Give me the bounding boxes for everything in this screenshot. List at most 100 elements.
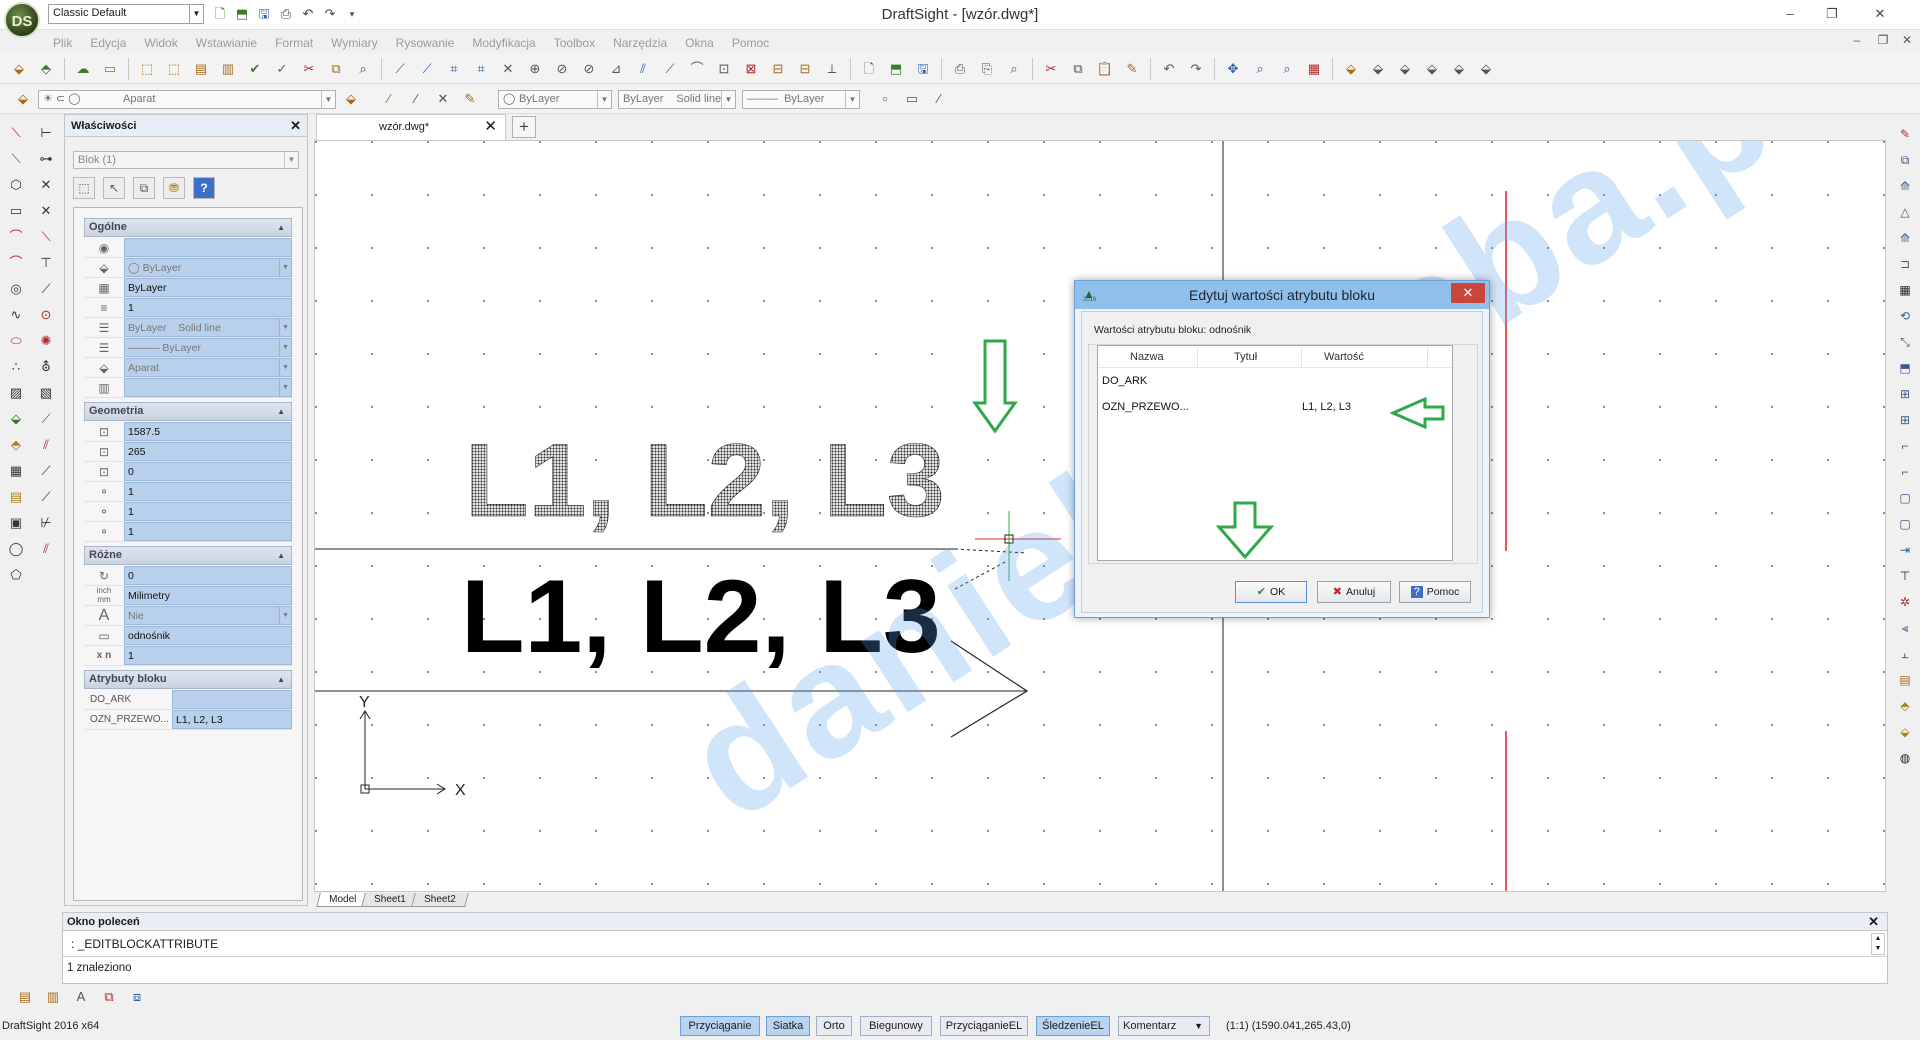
- extend-tool-icon[interactable]: ⊞: [1895, 410, 1915, 430]
- dim-linear-icon[interactable]: ⊢: [35, 122, 57, 143]
- prop-plotstyle[interactable]: ▥ ▼: [84, 378, 292, 398]
- polygon-icon[interactable]: ⬡: [5, 174, 27, 195]
- menu-pomoc[interactable]: Pomoc: [723, 34, 778, 52]
- toggle-esnap[interactable]: PrzyciąganieEL: [940, 1016, 1028, 1036]
- cloud-icon[interactable]: ☁: [72, 58, 94, 80]
- filter-icon[interactable]: ⛃: [163, 177, 185, 199]
- properties-icon[interactable]: ▦: [1303, 58, 1325, 80]
- wipeout-icon[interactable]: ⬠: [5, 564, 27, 585]
- cancel-button[interactable]: ✖ Anuluj: [1317, 581, 1391, 603]
- break-tool-icon[interactable]: ⌐: [1895, 436, 1915, 456]
- restore-button[interactable]: ❐: [1812, 2, 1852, 26]
- dim-radius-icon[interactable]: ✕: [35, 200, 57, 221]
- category-misc[interactable]: Różne ▲: [84, 546, 292, 565]
- arc-3pt-icon[interactable]: ⌒: [5, 252, 27, 273]
- snap-endpoint-icon[interactable]: ⟋: [389, 58, 411, 80]
- snap-nearest-icon[interactable]: ⟋: [659, 58, 681, 80]
- new-tab-button[interactable]: +: [512, 116, 536, 138]
- dim-arc-icon[interactable]: ✺: [35, 330, 57, 351]
- erase-tool-icon[interactable]: ✎: [1895, 124, 1915, 144]
- point-icon[interactable]: ∴: [5, 356, 27, 377]
- array-tool-icon[interactable]: ▦: [1895, 280, 1915, 300]
- close-window-button[interactable]: ✕: [1860, 2, 1900, 26]
- menu-edycja[interactable]: Edycja: [81, 34, 135, 52]
- folder-icon[interactable]: ▭: [99, 58, 121, 80]
- layer-manager-icon[interactable]: ⬙: [1340, 58, 1362, 80]
- print-preview-icon[interactable]: ⎘: [976, 58, 998, 80]
- dim-tolerance-icon[interactable]: ▧: [35, 382, 57, 403]
- quick-select-icon[interactable]: ⧉: [133, 177, 155, 199]
- block-save-icon[interactable]: ⬘: [35, 58, 57, 80]
- layer-delete-icon[interactable]: ✕: [432, 88, 454, 110]
- snap-apparent-icon[interactable]: ✕: [497, 58, 519, 80]
- dialog-close-button[interactable]: ✕: [1451, 283, 1485, 303]
- attribute-check-icon[interactable]: ✓: [271, 58, 293, 80]
- cut-icon[interactable]: ✂: [1040, 58, 1062, 80]
- group-icon[interactable]: ⬚: [136, 58, 158, 80]
- menu-wstawianie[interactable]: Wstawianie: [187, 34, 266, 52]
- sheet-icon[interactable]: ▥: [42, 986, 64, 1008]
- line-icon[interactable]: ⟍: [5, 122, 27, 143]
- move-tool-icon[interactable]: ⊐: [1895, 254, 1915, 274]
- prop-scale-z[interactable]: ⚬ 1: [84, 522, 292, 542]
- dialog-titlebar[interactable]: ▲ 2016 Edytuj wartości atrybutu bloku ✕: [1075, 281, 1489, 309]
- help-icon[interactable]: ?: [193, 177, 215, 199]
- erase-icon[interactable]: ✂: [298, 58, 320, 80]
- paste-icon[interactable]: 📋: [1094, 58, 1116, 80]
- block-edit-icon[interactable]: ▤: [190, 58, 212, 80]
- block-insert-icon[interactable]: ⬙: [8, 58, 30, 80]
- snap-tangent-icon[interactable]: ⊘: [578, 58, 600, 80]
- edit-block-icon[interactable]: ⬘: [1895, 696, 1915, 716]
- fillet-tool-icon[interactable]: ▢: [1895, 514, 1915, 534]
- zoom-realtime-icon[interactable]: ⌕: [1249, 58, 1271, 80]
- dim-ordinate-icon[interactable]: ⊤: [35, 252, 57, 273]
- snap-perpendicular-icon[interactable]: ⊿: [605, 58, 627, 80]
- dim-baseline-icon[interactable]: ⟋: [35, 278, 57, 299]
- scale-tool-icon[interactable]: ⤡: [1895, 332, 1915, 352]
- print-drawing-icon[interactable]: ⎙: [949, 58, 971, 80]
- block-manager-icon[interactable]: ▥: [217, 58, 239, 80]
- layer-off-icon[interactable]: ⬙: [1475, 58, 1497, 80]
- category-attributes[interactable]: Atrybuty bloku ▲: [84, 670, 292, 689]
- prop-lt-scale[interactable]: ≡ 1: [84, 298, 292, 318]
- align-tool-icon[interactable]: ⊤: [1895, 566, 1915, 586]
- image-icon[interactable]: ⧉: [98, 986, 120, 1008]
- prop-color-empty[interactable]: ◉: [84, 238, 292, 258]
- snap-tracking-icon[interactable]: ⊟: [794, 58, 816, 80]
- dim-style-icon[interactable]: ▭: [901, 88, 923, 110]
- make-current-icon[interactable]: ⁄: [378, 88, 400, 110]
- arc-icon[interactable]: ⌒: [5, 226, 27, 247]
- join-tool-icon[interactable]: ⌐: [1895, 462, 1915, 482]
- snap-node-icon[interactable]: ⊡: [713, 58, 735, 80]
- minimize-button[interactable]: –: [1770, 2, 1810, 26]
- menu-format[interactable]: Format: [266, 34, 322, 52]
- category-geometry[interactable]: Geometria ▲: [84, 402, 292, 421]
- circle-icon[interactable]: ◎: [5, 278, 27, 299]
- prop-explodable[interactable]: A Nie ▼: [84, 606, 292, 626]
- undo-toolbar-icon[interactable]: ↶: [1158, 58, 1180, 80]
- pan-icon[interactable]: ✥: [1222, 58, 1244, 80]
- snap-insertion-icon[interactable]: ⌒: [686, 58, 708, 80]
- snap-intersection-icon[interactable]: ⌗: [443, 58, 465, 80]
- layer-select[interactable]: ☀ ⊂ ◯ Aparat ▼: [38, 90, 336, 109]
- find-icon[interactable]: ⌕: [352, 58, 374, 80]
- page-setup-icon[interactable]: ▤: [14, 986, 36, 1008]
- prop-layer[interactable]: ▦ ByLayer: [84, 278, 292, 298]
- layout-tab-sheet1[interactable]: Sheet1: [361, 893, 419, 907]
- check-icon[interactable]: ✔: [244, 58, 266, 80]
- lengthen-tool-icon[interactable]: ⇥: [1895, 540, 1915, 560]
- close-tab-icon[interactable]: ✕: [484, 115, 497, 139]
- table-icon[interactable]: ▦: [5, 460, 27, 481]
- dim-inspect-icon[interactable]: ⊬: [35, 512, 57, 533]
- attr-row-do-ark[interactable]: DO_ARK: [84, 690, 292, 710]
- split-tool-icon[interactable]: ⫷: [1895, 618, 1915, 638]
- menu-okna[interactable]: Okna: [676, 34, 723, 52]
- prop-pos-z[interactable]: ⊡ 0: [84, 462, 292, 482]
- offset-tool-icon[interactable]: △: [1895, 202, 1915, 222]
- dim-angle-icon[interactable]: ✕: [35, 174, 57, 195]
- copy-tool-icon[interactable]: ⧉: [1895, 150, 1915, 170]
- snap-clear-icon[interactable]: ⊠: [740, 58, 762, 80]
- dim-continue-icon[interactable]: ⟋: [35, 408, 57, 429]
- dim-diameter-icon[interactable]: ⟍: [35, 226, 57, 247]
- dim-aligned-icon[interactable]: ⊶: [35, 148, 57, 169]
